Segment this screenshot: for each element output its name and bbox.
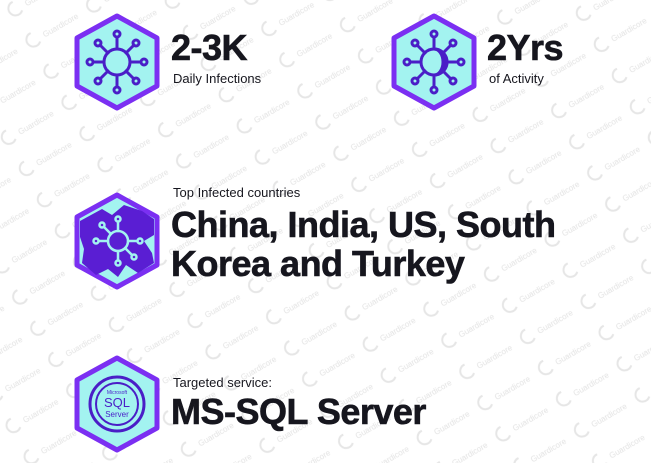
svg-text:Server: Server — [105, 410, 129, 419]
virus-clock-icon — [391, 13, 477, 111]
svg-text:SQL: SQL — [104, 395, 130, 410]
daily-infections-value: 2-3K — [171, 27, 248, 68]
activity-duration-value: 2Yrs — [487, 27, 564, 68]
daily-infections-label: Daily Infections — [173, 71, 262, 86]
countries-line-2: Korea and Turkey — [171, 243, 466, 284]
sql-server-icon: Microsoft SQL Server — [74, 355, 160, 453]
service-name: MS-SQL Server — [171, 391, 427, 432]
service-heading: Targeted service: — [173, 375, 272, 390]
countries-heading: Top Infected countries — [173, 185, 301, 200]
virus-icon — [74, 13, 160, 111]
globe-virus-icon — [74, 192, 160, 290]
countries-line-1: China, India, US, South — [171, 204, 557, 245]
activity-duration-label: of Activity — [489, 71, 544, 86]
